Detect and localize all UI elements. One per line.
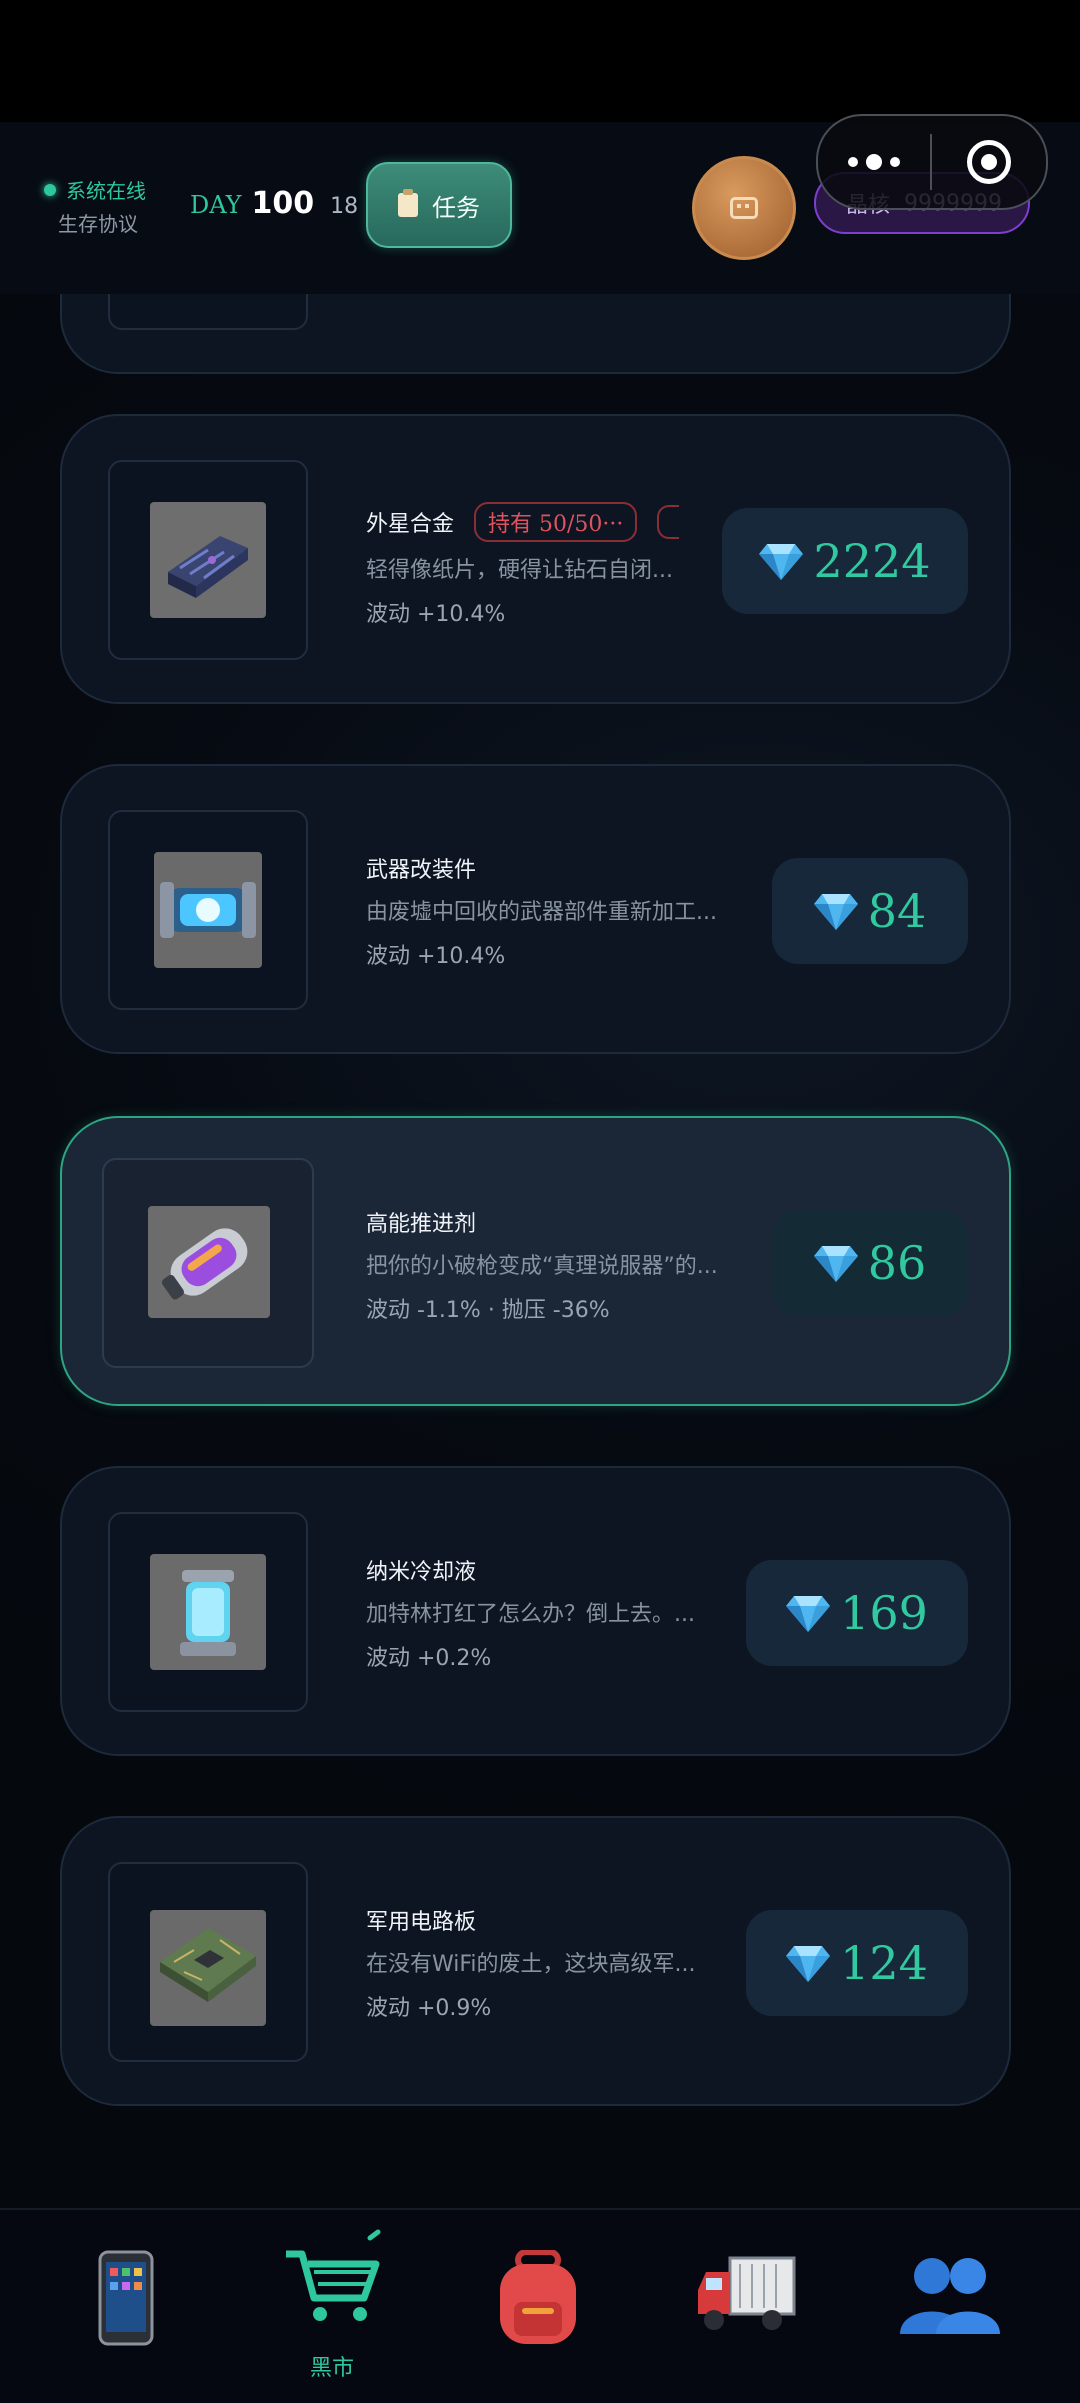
alien-alloy-icon — [150, 502, 266, 618]
price-value: 169 — [840, 1586, 928, 1640]
item-thumbnail — [108, 460, 308, 660]
nav-black-market-label: 黑市 — [309, 2356, 354, 2381]
day-label: DAY — [190, 191, 242, 219]
item-thumbnail — [108, 1512, 308, 1712]
task-button[interactable]: 任务 — [366, 162, 512, 248]
item-name: 军用电路板 — [366, 1910, 477, 1935]
status-bar — [0, 0, 1080, 122]
task-button-label: 任务 — [432, 193, 480, 222]
close-miniprogram-button[interactable] — [932, 140, 1046, 184]
status-protocol-text: 生存协议 — [58, 212, 138, 236]
status-online-text: 系统在线 — [66, 179, 146, 203]
miniprogram-capsule — [816, 114, 1048, 210]
price-button[interactable]: 84 — [772, 858, 968, 964]
item-name: 武器改装件 — [366, 858, 477, 883]
price-value: 86 — [867, 1236, 927, 1290]
market-item-card-partial[interactable] — [60, 294, 1011, 374]
market-item-list[interactable]: 外星合金 持有 50/50··· 轻得像纸片，硬得让钻石自闭... 波动 +10… — [0, 294, 1080, 2208]
nav-backpack[interactable] — [432, 2210, 648, 2403]
market-item-card-selected[interactable]: 高能推进剂 把你的小破枪变成“真理说服器”的... 波动 -1.1% · 抛压 … — [60, 1116, 1011, 1406]
price-button[interactable]: 2224 — [722, 508, 968, 614]
item-name: 外星合金 — [366, 512, 455, 537]
diamond-icon — [813, 894, 858, 930]
price-value: 2224 — [813, 534, 931, 588]
owned-badge: 持有 50/50··· — [474, 502, 638, 542]
item-fluctuation: 波动 +0.2% — [366, 1646, 492, 1671]
item-description: 把你的小破枪变成“真理说服器”的... — [366, 1254, 718, 1279]
robot-icon — [730, 197, 758, 219]
circuit-board-icon — [150, 1910, 266, 2026]
diamond-icon — [786, 1596, 831, 1632]
day-sub: 18 — [330, 194, 359, 219]
system-status: 系统在线 生存协议 — [44, 175, 146, 237]
day-number: 100 — [251, 186, 315, 221]
nav-black-market[interactable]: 黑市 — [224, 2210, 440, 2403]
market-item-card[interactable]: 武器改装件 由废墟中回收的武器部件重新加工... 波动 +10.4% 84 — [60, 764, 1011, 1054]
item-fluctuation: 波动 +10.4% — [366, 602, 506, 627]
item-thumbnail — [108, 810, 308, 1010]
people-icon — [900, 2258, 1000, 2334]
item-fluctuation: 波动 +10.4% — [366, 944, 506, 969]
item-fluctuation: 波动 -1.1% · 抛压 -36% — [366, 1298, 610, 1323]
bottom-nav: 黑市 — [0, 2208, 1080, 2403]
diamond-icon — [813, 1246, 858, 1282]
price-button[interactable]: 169 — [746, 1560, 968, 1666]
day-counter: DAY 100 18 — [190, 186, 358, 221]
nav-team[interactable] — [848, 2210, 1064, 2403]
item-description: 加特林打红了怎么办？倒上去。... — [366, 1602, 695, 1627]
item-thumbnail — [108, 1862, 308, 2062]
badge-overflow — [657, 505, 680, 539]
backpack-icon — [500, 2250, 576, 2344]
nav-truck[interactable] — [640, 2210, 856, 2403]
item-fluctuation: 波动 +0.9% — [366, 1996, 492, 2021]
nav-phone[interactable] — [16, 2210, 232, 2403]
price-button[interactable]: 124 — [746, 1910, 968, 2016]
nano-coolant-icon — [150, 1554, 266, 1670]
item-description: 由废墟中回收的武器部件重新加工... — [366, 900, 717, 925]
more-menu-button[interactable] — [818, 116, 930, 208]
clipboard-icon — [398, 189, 418, 217]
phone-icon — [98, 2250, 154, 2346]
price-button[interactable]: 86 — [772, 1210, 968, 1316]
price-value: 124 — [840, 1936, 928, 1990]
diamond-icon — [786, 1946, 831, 1982]
weapon-mod-icon — [154, 852, 262, 968]
item-name: 高能推进剂 — [366, 1212, 477, 1237]
market-item-card[interactable]: 外星合金 持有 50/50··· 轻得像纸片，硬得让钻石自闭... 波动 +10… — [60, 414, 1011, 704]
market-item-card[interactable]: 军用电路板 在没有WiFi的废土，这块高级军... 波动 +0.9% 124 — [60, 1816, 1011, 2106]
item-description: 在没有WiFi的废土，这块高级军... — [366, 1952, 696, 1977]
diamond-icon — [759, 544, 804, 580]
truck-icon — [698, 2256, 796, 2330]
item-thumbnail — [108, 294, 308, 330]
market-item-card[interactable]: 纳米冷却液 加特林打红了怎么办？倒上去。... 波动 +0.2% 169 — [60, 1466, 1011, 1756]
price-value: 84 — [867, 884, 927, 938]
item-name: 纳米冷却液 — [366, 1560, 477, 1585]
robot-assistant-button[interactable] — [692, 156, 796, 260]
cart-icon — [286, 2229, 381, 2321]
propellant-icon — [148, 1206, 270, 1318]
item-description: 轻得像纸片，硬得让钻石自闭... — [366, 558, 673, 583]
more-dots-icon — [848, 157, 858, 167]
target-icon — [967, 140, 1011, 184]
online-dot-icon — [44, 183, 56, 196]
item-thumbnail — [102, 1158, 314, 1368]
